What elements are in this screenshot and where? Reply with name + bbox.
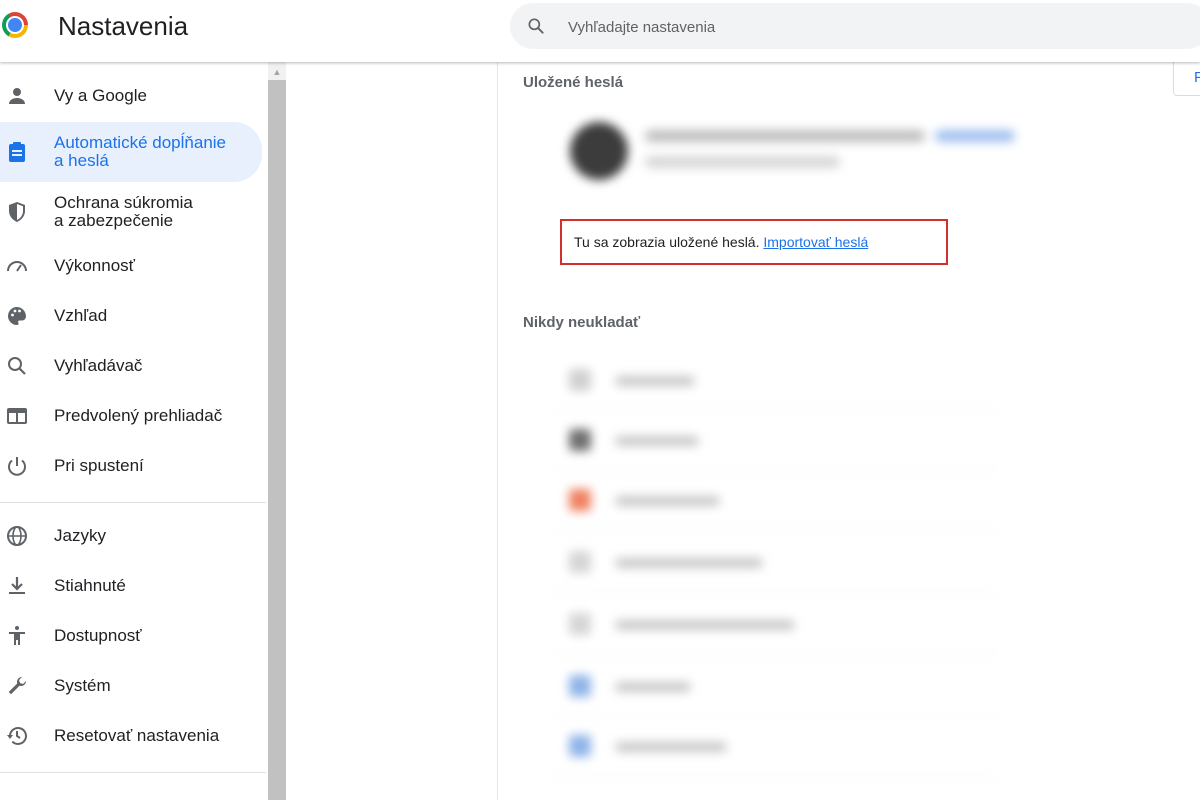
saved-passwords-empty-state: Tu sa zobrazia uložené heslá. Importovať… bbox=[560, 219, 948, 265]
sidebar-item-label: Vzhľad bbox=[54, 306, 108, 325]
site-favicon-icon bbox=[569, 429, 591, 451]
power-icon bbox=[8, 457, 26, 476]
list-item[interactable] bbox=[555, 656, 995, 717]
sidebar-item-performance[interactable]: Výkonnosť bbox=[0, 244, 262, 288]
clipboard-icon bbox=[9, 142, 25, 162]
speedometer-icon bbox=[7, 261, 27, 272]
sidebar-item-reset[interactable]: Resetovať nastavenia bbox=[0, 714, 262, 758]
sidebar-item-label: Vy a Google bbox=[54, 86, 147, 105]
saved-passwords-heading: Uložené heslá bbox=[523, 74, 624, 91]
site-favicon-icon bbox=[569, 735, 591, 757]
blurred-text bbox=[615, 436, 699, 446]
sidebar-item-autofill[interactable]: Automatické dopĺňanie a heslá bbox=[0, 122, 262, 182]
site-favicon-icon bbox=[569, 551, 591, 573]
empty-state-text: Tu sa zobrazia uložené heslá. bbox=[574, 234, 760, 250]
scrollbar-thumb[interactable] bbox=[268, 80, 286, 800]
browser-icon bbox=[7, 408, 27, 424]
sidebar-item-label: Stiahnuté bbox=[54, 576, 126, 595]
sidebar-item-label: Systém bbox=[54, 676, 111, 695]
list-item[interactable] bbox=[555, 350, 995, 411]
sidebar-item-default-browser[interactable]: Predvolený prehliadač bbox=[0, 394, 262, 438]
blurred-text bbox=[615, 376, 695, 386]
sidebar-nav: Vy a Google Automatické dopĺňanie a hesl… bbox=[0, 62, 268, 800]
search-box[interactable] bbox=[510, 3, 1200, 51]
blurred-text bbox=[615, 558, 763, 568]
sidebar-item-downloads[interactable]: Stiahnuté bbox=[0, 564, 262, 608]
sidebar-item-you-and-google[interactable]: Vy a Google bbox=[0, 74, 262, 118]
search-icon bbox=[528, 18, 544, 34]
list-item[interactable] bbox=[555, 470, 995, 531]
person-icon bbox=[9, 88, 25, 104]
search-icon bbox=[8, 357, 26, 375]
import-passwords-link[interactable]: Importovať heslá bbox=[763, 234, 868, 250]
blurred-text bbox=[615, 496, 720, 506]
accessibility-icon bbox=[9, 626, 25, 645]
site-favicon-icon bbox=[569, 369, 591, 391]
reset-history-icon bbox=[7, 727, 27, 745]
search-input[interactable] bbox=[566, 3, 1170, 51]
sidebar-item-privacy[interactable]: Ochrana súkromia a zabezpečenie bbox=[0, 186, 262, 238]
sidebar-item-search-engine[interactable]: Vyhľadávač bbox=[0, 344, 262, 388]
scroll-up-arrow-icon[interactable]: ▲ bbox=[268, 62, 286, 80]
sidebar-item-system[interactable]: Systém bbox=[0, 664, 262, 708]
chrome-logo-icon bbox=[2, 12, 28, 38]
blurred-text bbox=[615, 620, 795, 630]
sidebar-item-label: Vyhľadávač bbox=[54, 356, 143, 375]
list-item[interactable] bbox=[555, 410, 995, 471]
blurred-text bbox=[615, 742, 727, 752]
sidebar-item-label: Jazyky bbox=[54, 526, 106, 545]
globe-icon bbox=[7, 526, 27, 546]
sidebar-item-on-startup[interactable]: Pri spustení bbox=[0, 444, 262, 488]
blurred-text bbox=[645, 130, 925, 142]
shield-icon bbox=[9, 202, 25, 222]
download-icon bbox=[9, 577, 25, 594]
sidebar-item-label: Dostupnosť bbox=[54, 626, 142, 645]
sidebar-item-label: Resetovať nastavenia bbox=[54, 726, 220, 745]
never-save-heading: Nikdy neukladať bbox=[523, 314, 641, 331]
sidebar-item-label: Ochrana súkromia a zabezpečenie bbox=[54, 193, 193, 230]
palette-icon bbox=[8, 307, 26, 325]
sidebar-item-label: Predvolený prehliadač bbox=[54, 406, 223, 425]
sidebar-item-label: Pri spustení bbox=[54, 456, 144, 475]
top-bar: Nastavenia bbox=[0, 0, 1200, 62]
site-favicon-icon bbox=[569, 675, 591, 697]
list-item[interactable] bbox=[555, 716, 995, 777]
list-item[interactable] bbox=[555, 594, 995, 655]
sidebar-divider bbox=[0, 772, 266, 773]
sidebar-item-label: Výkonnosť bbox=[54, 256, 136, 275]
blurred-text bbox=[615, 682, 691, 692]
list-item[interactable] bbox=[555, 532, 995, 593]
sidebar-item-label: Automatické dopĺňanie a heslá bbox=[54, 133, 227, 170]
blurred-text bbox=[645, 156, 840, 168]
site-favicon-icon bbox=[569, 489, 591, 511]
blurred-avatar bbox=[570, 122, 628, 180]
sidebar-item-languages[interactable]: Jazyky bbox=[0, 514, 262, 558]
blurred-link bbox=[935, 130, 1015, 142]
sidebar-item-appearance[interactable]: Vzhľad bbox=[0, 294, 262, 338]
site-favicon-icon bbox=[569, 613, 591, 635]
page-title: Nastavenia bbox=[58, 11, 189, 41]
corner-button[interactable]: P bbox=[1173, 58, 1200, 96]
sidebar-divider bbox=[0, 502, 266, 503]
wrench-icon bbox=[8, 676, 27, 695]
sidebar-item-accessibility[interactable]: Dostupnosť bbox=[0, 614, 262, 658]
